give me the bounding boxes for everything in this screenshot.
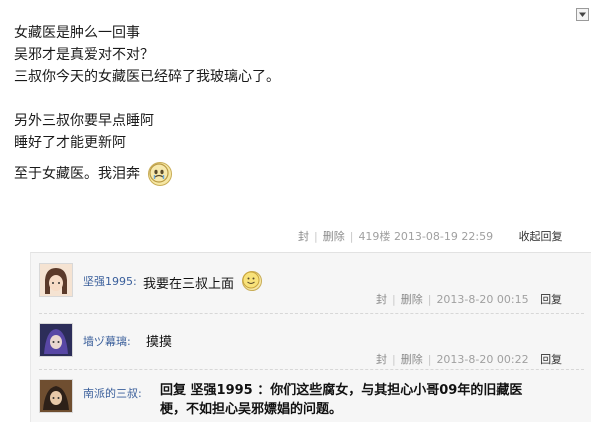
reply-username[interactable]: 墙ヅ幕璃: [83,333,131,349]
reply-divider [39,369,584,370]
post-line-last: 至于女藏医。我泪奔 [14,162,574,186]
smiley-emoji-icon [242,271,263,291]
post-timestamp: 2013-08-19 22:59 [393,230,494,243]
post-line: 女藏医是肿么一回事 [14,25,140,41]
post-menu-dropdown[interactable] [576,8,589,21]
post-line: 另外三叔你要早点睡阿 [14,113,154,129]
floor-number: 419楼 [358,230,391,243]
reply-section: 坚强1995: 我要在三叔上面 封 | 删除 | 2013-8-20 00:15 回复 [30,252,591,422]
reply-divider [39,313,584,314]
reply-text-line: 梗，不如担心吴邪嫖娼的问题。 [160,402,343,417]
post-line: 三叔你今天的女藏医已经碎了我玻璃心了。 [14,69,280,85]
dropdown-arrow-icon [579,12,586,17]
report-link[interactable]: 封 [376,293,387,306]
reply-timestamp: 2013-8-20 00:22 [436,353,529,366]
post-line: 睡好了才能更新阿 [14,135,126,151]
post-body: 女藏医是肿么一回事 吴邪才是真爱对不对？ 三叔你今天的女藏医已经碎了我玻璃心了。… [14,22,574,186]
crying-emoji-icon [148,162,173,186]
reply-text: 摸摸 [146,335,173,350]
avatar[interactable] [39,379,73,413]
reply-username[interactable]: 坚强1995: [83,273,137,289]
reply-meta: 封 | 删除 | 2013-8-20 00:22 回复 [376,353,563,366]
reply-text-line: 回复 坚强1995 ：你们这些腐女，与其担心小哥09年的旧藏医 [160,383,523,398]
report-link[interactable]: 封 [376,353,387,366]
reply-timestamp: 2013-8-20 00:15 [436,293,529,306]
delete-link[interactable]: 删除 [323,230,345,243]
avatar[interactable] [39,263,73,297]
delete-link[interactable]: 删除 [401,293,423,306]
report-link[interactable]: 封 [298,230,309,243]
post-line-text: 至于女藏医。我泪奔 [14,166,140,182]
reply-text-content: 我要在三叔上面 [143,277,235,292]
reply-button[interactable]: 回复 [540,293,562,306]
post-line: 吴邪才是真爱对不对？ [14,47,154,63]
reply-text: 我要在三叔上面 [143,271,263,292]
post-meta: 封 | 删除 | 419楼 2013-08-19 22:59 收起回复 [298,230,563,243]
avatar[interactable] [39,323,73,357]
delete-link[interactable]: 删除 [401,353,423,366]
collapse-replies-button[interactable]: 收起回复 [519,230,563,243]
reply-button[interactable]: 回复 [540,353,562,366]
reply-meta: 封 | 删除 | 2013-8-20 00:15 回复 [376,293,563,306]
reply-username[interactable]: 南派的三叔: [83,385,142,401]
